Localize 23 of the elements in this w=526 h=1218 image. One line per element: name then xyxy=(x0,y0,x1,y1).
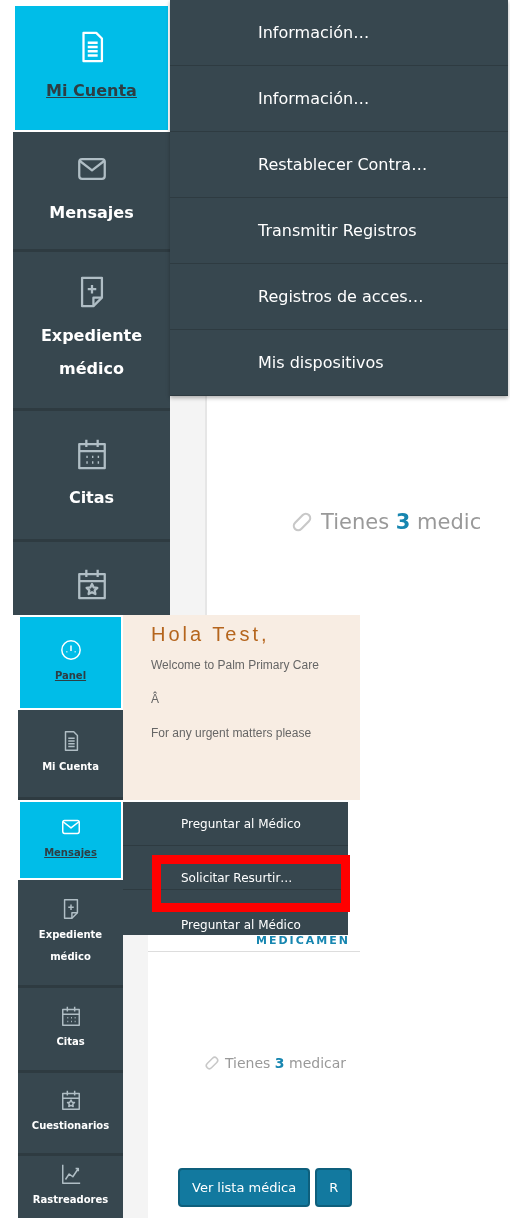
menu-item[interactable]: Transmitir Registros xyxy=(170,198,508,264)
medication-note: Tienes 3 medic xyxy=(289,509,510,535)
welcome-text: Welcome to Palm Primary Care xyxy=(151,658,320,674)
calendar-icon xyxy=(59,1005,82,1027)
menu-item[interactable]: Mis dispositivos xyxy=(170,330,508,396)
menu-item[interactable]: Registros de acces… xyxy=(170,264,508,330)
sidebar-item[interactable]: Mi Cuenta xyxy=(13,4,170,132)
menu-item[interactable]: Restablecer Contra… xyxy=(170,132,508,198)
medication-note: Tienes 3 medicar xyxy=(148,1054,360,1072)
sidebar-item[interactable]: Rastreadores xyxy=(18,1156,123,1218)
menu-item[interactable]: Información… xyxy=(170,66,508,132)
welcome-title: Hola Test, xyxy=(151,623,271,646)
action-button[interactable]: R xyxy=(315,1168,353,1207)
menu-item[interactable]: Preguntar al Médico xyxy=(123,802,348,846)
welcome-text: For any urgent matters please xyxy=(151,726,313,742)
menu-item[interactable]: Información… xyxy=(170,0,508,66)
welcome-text: Â xyxy=(151,692,160,708)
sidebar-item[interactable]: Panel xyxy=(18,615,123,710)
gauge-icon xyxy=(59,638,82,661)
sidebar-item[interactable]: Mensajes xyxy=(18,800,123,880)
menu-item[interactable]: Solicitar Resurtir… xyxy=(123,846,348,890)
chart-icon xyxy=(59,1163,82,1185)
action-button[interactable]: Ver lista médica xyxy=(178,1168,311,1207)
